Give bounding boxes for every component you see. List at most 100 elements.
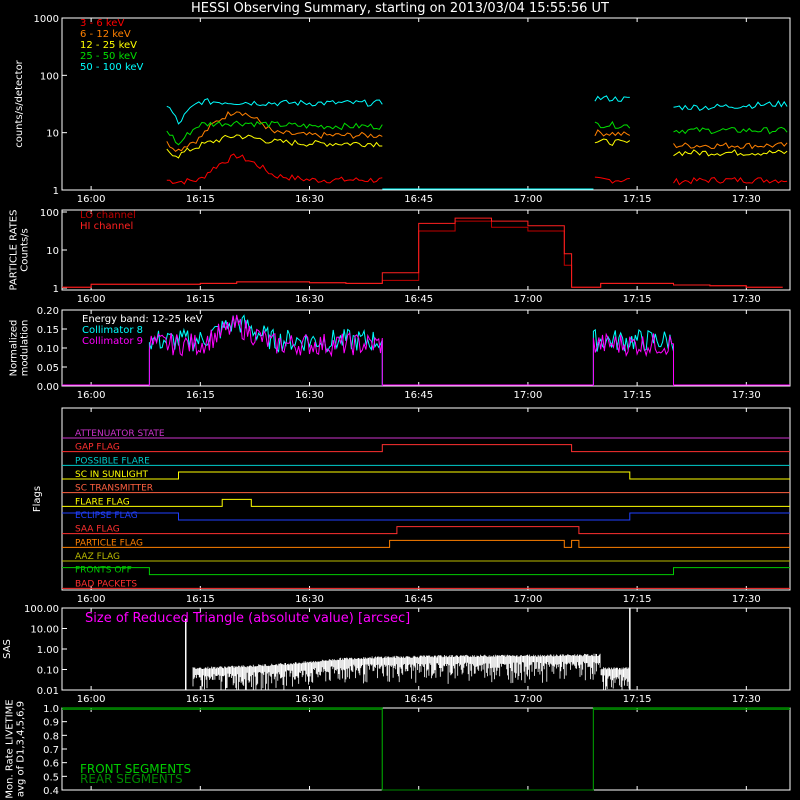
series-line (166, 120, 788, 146)
y-tick-label: 0.05 (37, 363, 59, 374)
series-line (148, 314, 383, 386)
flag-trace (62, 567, 790, 576)
x-tick-label: 17:15 (623, 390, 652, 401)
energy-band-label: Energy band: 12-25 keV (82, 314, 203, 325)
x-tick-label: 16:45 (404, 594, 433, 605)
y-tick-label: 0.10 (37, 666, 59, 677)
series-line (166, 153, 788, 186)
y-tick-label: 0.6 (43, 759, 59, 770)
x-tick-label: 16:00 (77, 194, 106, 205)
y-tick-label: 10.00 (30, 625, 59, 636)
x-tick-label: 16:45 (404, 390, 433, 401)
flag-label: SC TRANSMITTER (75, 484, 153, 494)
flag-label: GAP FLAG (75, 443, 120, 453)
flag-label: FRONTS OFF (75, 566, 132, 576)
series-line (192, 653, 631, 690)
count-rate-panel (61, 17, 791, 191)
flag-label: POSSIBLE FLARE (75, 456, 150, 466)
x-tick-label: 17:30 (732, 694, 761, 705)
legend-entry: 6 - 12 keV (80, 29, 131, 40)
y-tick-label: 100 (40, 208, 59, 219)
flags-panel (61, 407, 791, 591)
y-tick-label: 10 (46, 246, 59, 257)
x-tick-label: 17:15 (623, 694, 652, 705)
flag-trace (62, 444, 790, 453)
flag-label: ECLIPSE FLAG (75, 511, 138, 521)
x-tick-label: 16:15 (186, 390, 215, 401)
x-tick-label: 16:15 (186, 294, 215, 305)
x-tick-label: 16:15 (186, 594, 215, 605)
plot-panels: 16:00 16:15 16:30 16:45 17:00 17:15 17:3011010… (2, 14, 791, 799)
legend-entry: LO channel (80, 210, 136, 221)
y-tick-label: 1 (53, 284, 59, 295)
y-tick-label: 0.9 (43, 718, 59, 729)
x-tick-label: 17:15 (623, 294, 652, 305)
legend-entry: Collimator 8 (82, 325, 143, 336)
y-axis-label: Counts/s (20, 228, 31, 272)
flag-label: BAD PACKETS (75, 579, 137, 589)
flag-label: ATTENUATOR STATE (75, 429, 165, 439)
y-tick-label: 1.0 (43, 704, 59, 715)
flag-label: FLARE FLAG (75, 497, 130, 507)
y-axis-label: Mon. Rate LIVETIME (5, 699, 16, 798)
x-tick-label: 16:30 (295, 390, 324, 401)
x-tick-label: 16:45 (404, 294, 433, 305)
x-tick-label: 17:30 (732, 194, 761, 205)
y-tick-label: 0.20 (37, 306, 59, 317)
x-tick-label: 17:00 (514, 390, 543, 401)
flag-label: SC IN SUNLIGHT (75, 470, 149, 480)
x-tick-label: 16:00 (77, 594, 106, 605)
x-tick-label: 16:30 (295, 594, 324, 605)
flag-label: AAZ FLAG (75, 552, 120, 562)
legend-entry: 25 - 50 keV (80, 51, 137, 62)
x-tick-label: 16:30 (295, 194, 324, 205)
legend-entry: 50 - 100 keV (80, 62, 144, 73)
y-tick-label: 100.00 (24, 604, 59, 615)
x-tick-label: 17:00 (514, 594, 543, 605)
particle-rate-panel (61, 209, 791, 291)
y-tick-label: 0.01 (37, 686, 59, 697)
series-line (166, 134, 788, 159)
flag-trace (62, 526, 790, 535)
y-tick-label: 0.5 (43, 772, 59, 783)
x-tick-label: 16:30 (295, 294, 324, 305)
x-tick-label: 17:00 (514, 294, 543, 305)
x-tick-label: 17:30 (732, 594, 761, 605)
sas-annotation: Size of Reduced Triangle (absolute value… (85, 611, 410, 626)
y-tick-label: 10 (46, 129, 59, 140)
x-tick-label: 16:00 (77, 390, 106, 401)
x-tick-label: 17:15 (623, 594, 652, 605)
series-line (166, 95, 788, 125)
legend-entry: Collimator 9 (82, 336, 143, 347)
y-tick-label: 1000 (34, 14, 59, 25)
y-tick-label: 0.4 (43, 786, 59, 797)
flag-trace (62, 471, 790, 480)
y-tick-label: 0.00 (37, 382, 59, 393)
y-tick-label: 1.00 (37, 645, 59, 656)
y-axis-label: SAS (2, 639, 13, 659)
x-tick-label: 16:15 (186, 194, 215, 205)
flag-trace (62, 498, 790, 507)
y-tick-label: 0.10 (37, 344, 59, 355)
series-line (62, 220, 783, 288)
y-tick-label: 0.7 (43, 745, 59, 756)
legend-entry: REAR SEGMENTS (80, 772, 183, 786)
y-axis-label: Normalized (9, 320, 20, 377)
y-tick-label: 0.15 (37, 325, 59, 336)
y-axis-label: avg of D1,3,4,5,6,9 (16, 701, 27, 797)
legend-entry: 12 - 25 keV (80, 40, 137, 51)
series-line (166, 111, 788, 152)
y-axis-label: modulation (20, 320, 31, 377)
chart-title: HESSI Observing Summary, starting on 201… (191, 1, 609, 16)
y-axis-label: counts/s/detector (14, 59, 25, 147)
x-tick-label: 16:45 (404, 194, 433, 205)
x-tick-label: 17:00 (514, 694, 543, 705)
y-axis-label: Flags (32, 486, 43, 512)
y-axis-label: PARTICLE RATES (9, 210, 20, 291)
x-tick-label: 16:00 (77, 694, 106, 705)
y-tick-label: 1 (53, 186, 59, 197)
flag-label: PARTICLE FLAG (75, 538, 143, 548)
legend-entry: 3 - 6 keV (80, 18, 124, 29)
series-line (148, 314, 383, 386)
legend-entry: HI channel (80, 221, 133, 232)
